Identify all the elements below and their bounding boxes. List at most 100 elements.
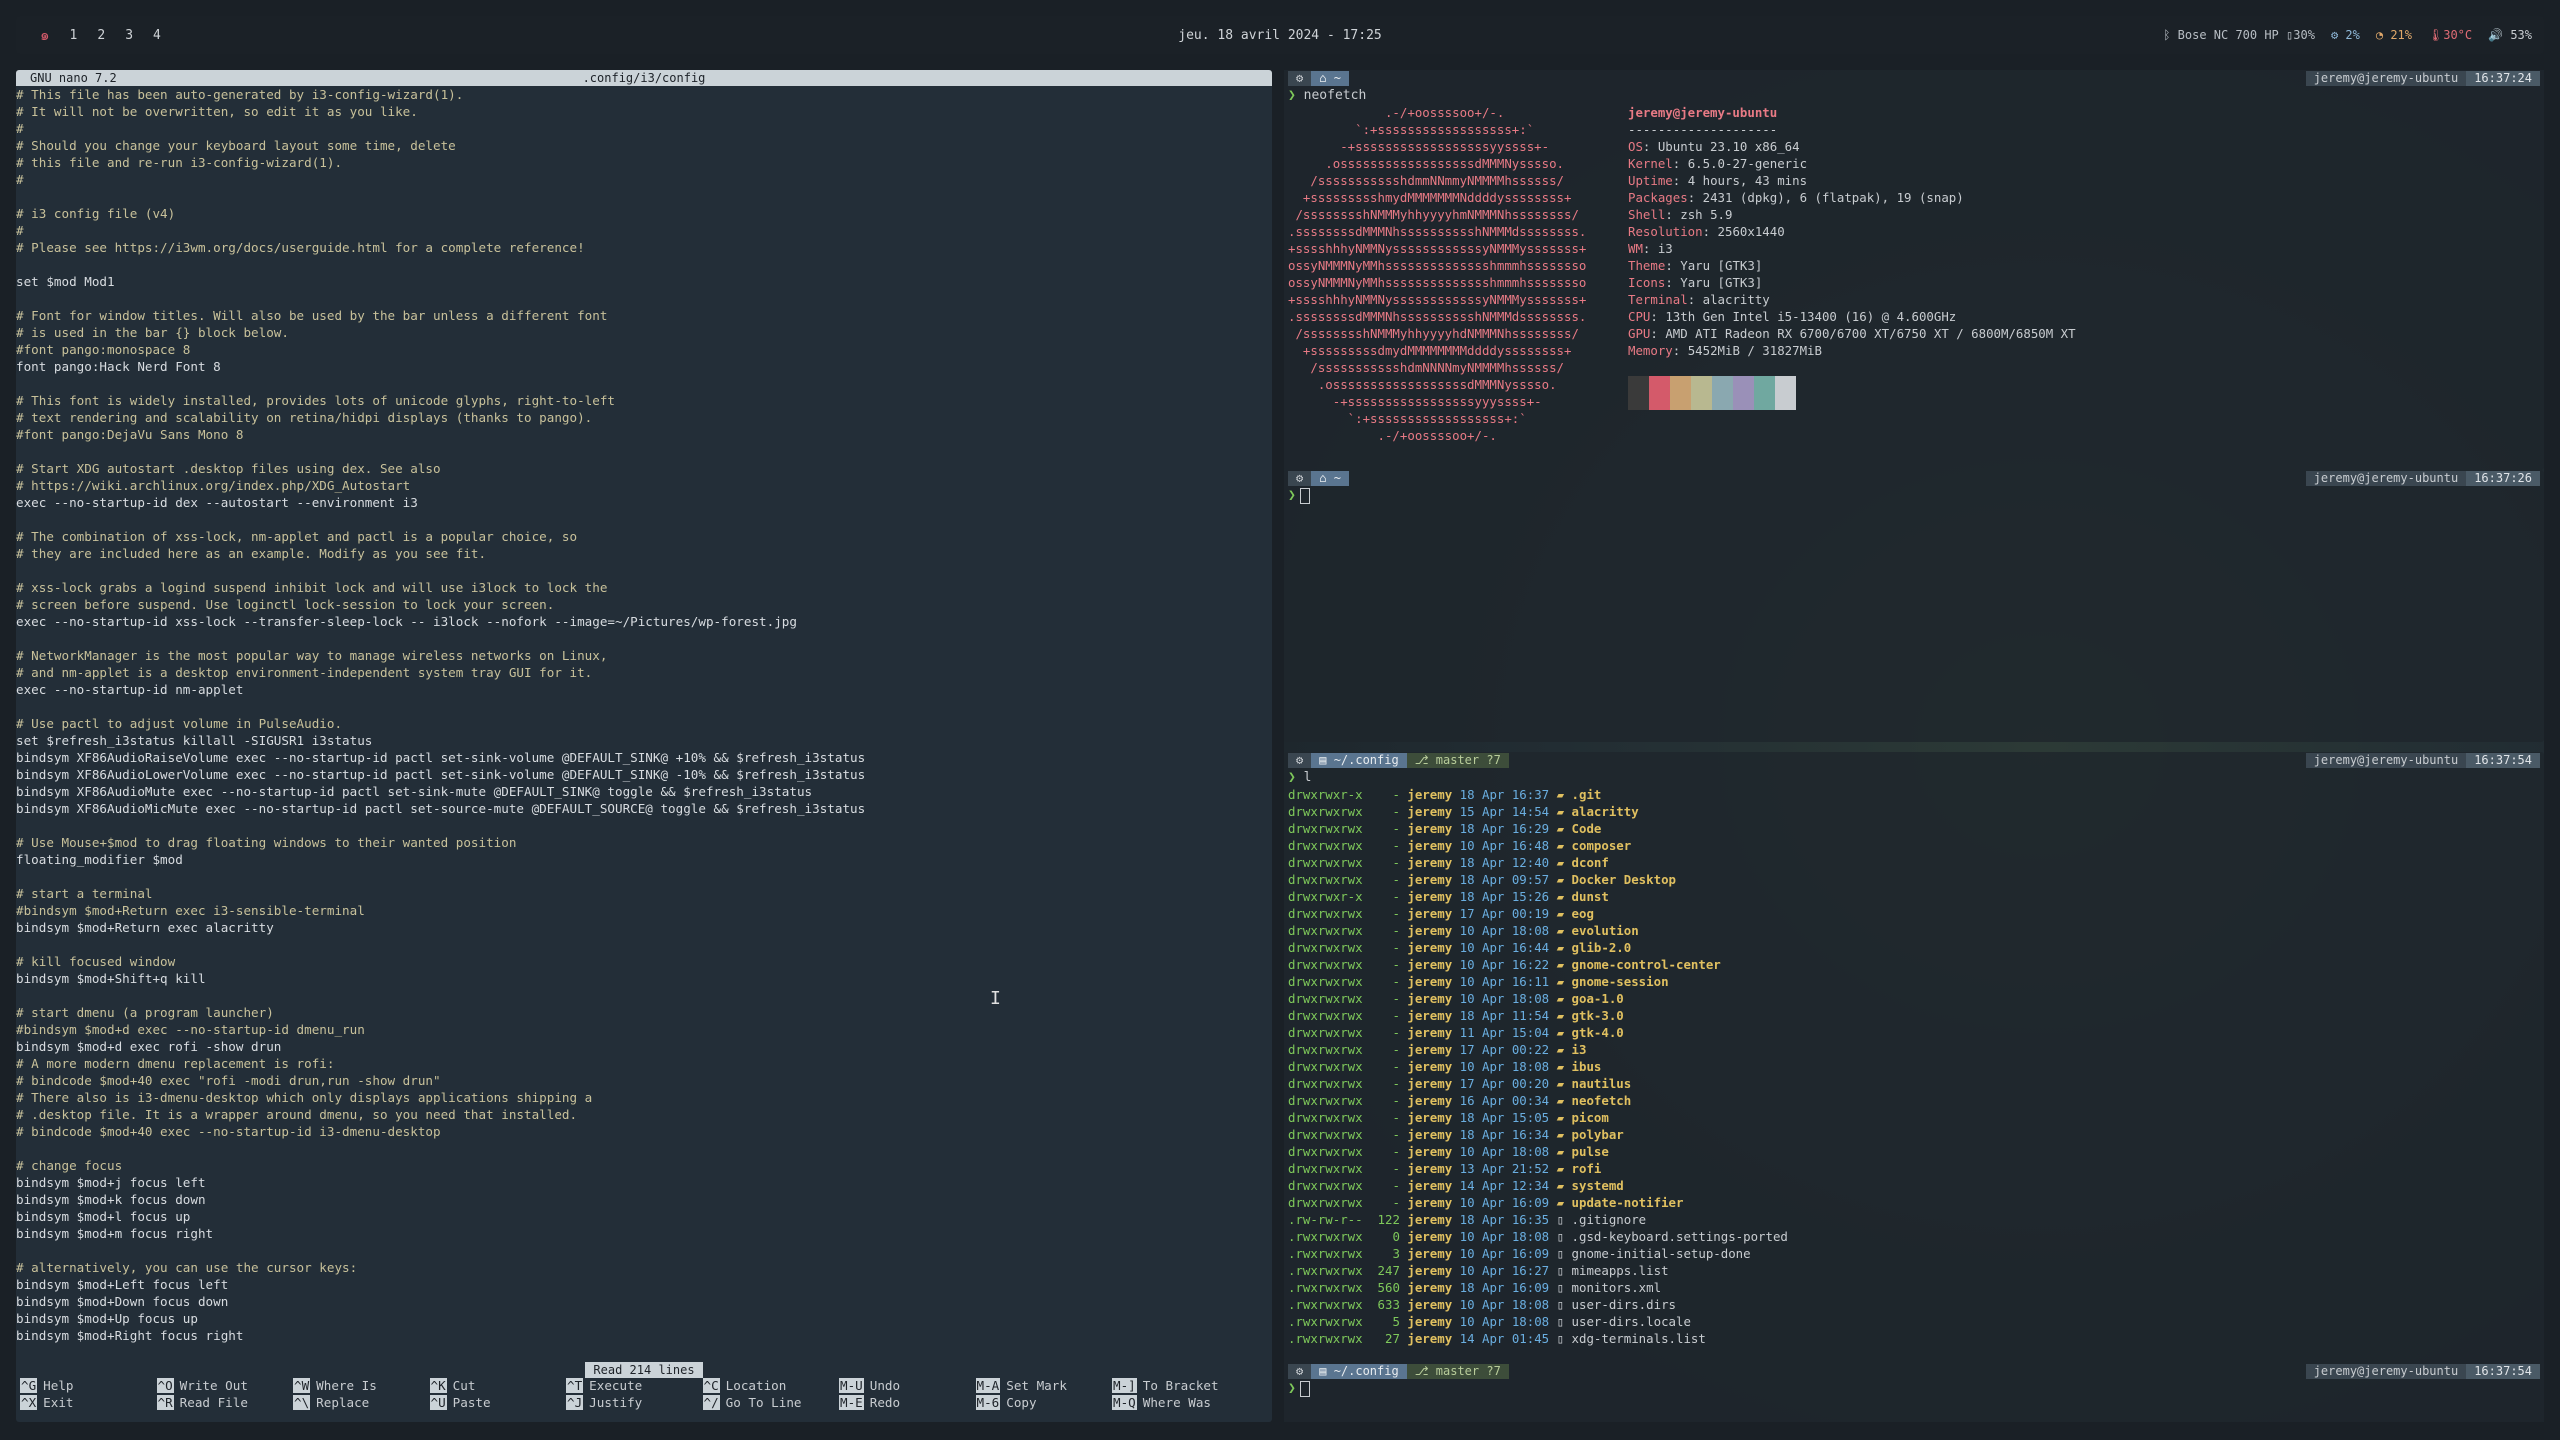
editor-line[interactable] [16,987,1272,1004]
editor-line[interactable] [16,630,1272,647]
shortcut-item[interactable]: M-Q Where Was [1112,1394,1211,1411]
editor-line[interactable]: # .desktop file. It is a wrapper around … [16,1106,1272,1123]
command-line[interactable]: ❯ [1284,1380,2544,1397]
shortcut-item[interactable]: ^U Paste [429,1394,491,1411]
editor-line[interactable]: bindsym $mod+Up focus up [16,1310,1272,1327]
editor-line[interactable]: font pango:Hack Nerd Font 8 [16,358,1272,375]
workspace-4[interactable]: 4 [143,28,171,43]
editor-line[interactable] [16,817,1272,834]
editor-line[interactable]: floating_modifier $mod [16,851,1272,868]
editor-line[interactable]: # Font for window titles. Will also be u… [16,307,1272,324]
editor-line[interactable]: bindsym $mod+Return exec alacritty [16,919,1272,936]
editor-line[interactable]: # screen before suspend. Use loginctl lo… [16,596,1272,613]
editor-line[interactable] [16,256,1272,273]
editor-line[interactable] [16,188,1272,205]
editor-line[interactable]: # Use pactl to adjust volume in PulseAud… [16,715,1272,732]
editor-line[interactable]: # kill focused window [16,953,1272,970]
shortcut-item[interactable]: ^K Cut [429,1377,475,1394]
editor-line[interactable]: # i3 config file (v4) [16,205,1272,222]
editor-line[interactable]: # [16,171,1272,188]
editor-line[interactable]: # is used in the bar {} block below. [16,324,1272,341]
editor-line[interactable]: # bindcode $mod+40 exec "rofi -modi drun… [16,1072,1272,1089]
shortcut-item[interactable]: ^C Location [702,1377,786,1394]
volume-status[interactable]: 🔊 53% [2488,28,2532,42]
editor-line[interactable]: # xss-lock grabs a logind suspend inhibi… [16,579,1272,596]
editor-line[interactable]: # A more modern dmenu replacement is rof… [16,1055,1272,1072]
editor-line[interactable]: # start dmenu (a program launcher) [16,1004,1272,1021]
editor-line[interactable] [16,443,1272,460]
editor-line[interactable]: # The combination of xss-lock, nm-applet… [16,528,1272,545]
nano-editor-window[interactable]: GNU nano 7.2 .config/i3/config # This fi… [16,70,1272,1422]
editor-line[interactable]: bindsym $mod+m focus right [16,1225,1272,1242]
shortcut-item[interactable]: M-U Undo [839,1377,900,1394]
editor-line[interactable]: set $refresh_i3status killall -SIGUSR1 i… [16,732,1272,749]
editor-line[interactable] [16,1140,1272,1157]
workspace-2[interactable]: 2 [87,28,115,43]
editor-line[interactable]: bindsym $mod+d exec rofi -show drun [16,1038,1272,1055]
editor-line[interactable] [16,936,1272,953]
editor-line[interactable]: # and nm-applet is a desktop environment… [16,664,1272,681]
editor-line[interactable]: bindsym $mod+Shift+q kill [16,970,1272,987]
editor-line[interactable]: #bindsym $mod+Return exec i3-sensible-te… [16,902,1272,919]
editor-line[interactable] [16,562,1272,579]
shortcut-item[interactable]: M-A Set Mark [975,1377,1067,1394]
editor-line[interactable]: bindsym $mod+Right focus right [16,1327,1272,1344]
editor-line[interactable]: #font pango:monospace 8 [16,341,1272,358]
terminal-neofetch[interactable]: ⚙ ⌂ ~ jeremy@jeremy-ubuntu 16:37:24 ❯ neof… [1284,70,2544,470]
shortcut-item[interactable]: ^W Where Is [293,1377,377,1394]
editor-line[interactable]: # Start XDG autostart .desktop files usi… [16,460,1272,477]
editor-line[interactable]: bindsym $mod+k focus down [16,1191,1272,1208]
shortcut-item[interactable]: ^J Justify [566,1394,642,1411]
editor-line[interactable]: bindsym $mod+j focus left [16,1174,1272,1191]
editor-line[interactable]: # This file has been auto-generated by i… [16,86,1272,103]
shortcut-item[interactable]: ^T Execute [566,1377,642,1394]
editor-line[interactable]: # It will not be overwritten, so edit it… [16,103,1272,120]
shortcut-item[interactable]: ^R Read File [156,1394,248,1411]
nano-text-area[interactable]: # This file has been auto-generated by i… [16,86,1272,1344]
editor-line[interactable]: # [16,222,1272,239]
editor-line[interactable] [16,1242,1272,1259]
bluetooth-status[interactable]: ᛒ Bose NC 700 HP ▯30% [2163,28,2315,42]
editor-line[interactable]: exec --no-startup-id xss-lock --transfer… [16,613,1272,630]
editor-line[interactable]: # This font is widely installed, provide… [16,392,1272,409]
editor-line[interactable]: # https://wiki.archlinux.org/index.php/X… [16,477,1272,494]
editor-line[interactable]: bindsym XF86AudioMicMute exec --no-start… [16,800,1272,817]
editor-line[interactable]: bindsym XF86AudioRaiseVolume exec --no-s… [16,749,1272,766]
editor-line[interactable] [16,375,1272,392]
editor-line[interactable]: # NetworkManager is the most popular way… [16,647,1272,664]
command-line[interactable]: ❯ [1284,487,2544,504]
editor-line[interactable]: # change focus [16,1157,1272,1174]
editor-line[interactable]: # bindcode $mod+40 exec --no-startup-id … [16,1123,1272,1140]
shortcut-item[interactable]: M-6 Copy [975,1394,1037,1411]
shortcut-item[interactable]: M-E Redo [839,1394,900,1411]
workspace-1[interactable]: 1 [60,28,88,43]
shortcut-item[interactable]: ^X Exit [20,1394,74,1411]
editor-line[interactable]: # they are included here as an example. … [16,545,1272,562]
editor-line[interactable]: # alternatively, you can use the cursor … [16,1259,1272,1276]
editor-line[interactable] [16,511,1272,528]
editor-line[interactable]: # Use Mouse+$mod to drag floating window… [16,834,1272,851]
editor-line[interactable]: # text rendering and scalability on reti… [16,409,1272,426]
editor-line[interactable]: bindsym $mod+Down focus down [16,1293,1272,1310]
editor-line[interactable]: #bindsym $mod+d exec --no-startup-id dme… [16,1021,1272,1038]
editor-line[interactable]: # There also is i3-dmenu-desktop which o… [16,1089,1272,1106]
editor-line[interactable]: bindsym XF86AudioMute exec --no-startup-… [16,783,1272,800]
editor-line[interactable]: # Please see https://i3wm.org/docs/userg… [16,239,1272,256]
shortcut-item[interactable]: ^\ Replace [293,1394,369,1411]
workspace-3[interactable]: 3 [115,28,143,43]
editor-line[interactable] [16,290,1272,307]
editor-line[interactable] [16,698,1272,715]
editor-line[interactable]: # start a terminal [16,885,1272,902]
editor-line[interactable]: bindsym $mod+l focus up [16,1208,1272,1225]
editor-line[interactable]: exec --no-startup-id nm-applet [16,681,1272,698]
shortcut-item[interactable]: ^G Help [20,1377,74,1394]
terminal-home-prompt[interactable]: ⚙ ⌂ ~ jeremy@jeremy-ubuntu 16:37:26 ❯ [1284,470,2544,742]
terminal-config-listing[interactable]: ⚙ ▤ ~/.config ⎇ master ?7 jeremy@jeremy-ub… [1284,752,2544,1422]
editor-line[interactable]: #font pango:DejaVu Sans Mono 8 [16,426,1272,443]
editor-line[interactable]: # Should you change your keyboard layout… [16,137,1272,154]
editor-line[interactable]: set $mod Mod1 [16,273,1272,290]
editor-line[interactable]: bindsym $mod+Left focus left [16,1276,1272,1293]
editor-line[interactable]: # this file and re-run i3-config-wizard(… [16,154,1272,171]
shortcut-item[interactable]: M-] To Bracket [1112,1377,1219,1394]
editor-line[interactable]: exec --no-startup-id dex --autostart --e… [16,494,1272,511]
